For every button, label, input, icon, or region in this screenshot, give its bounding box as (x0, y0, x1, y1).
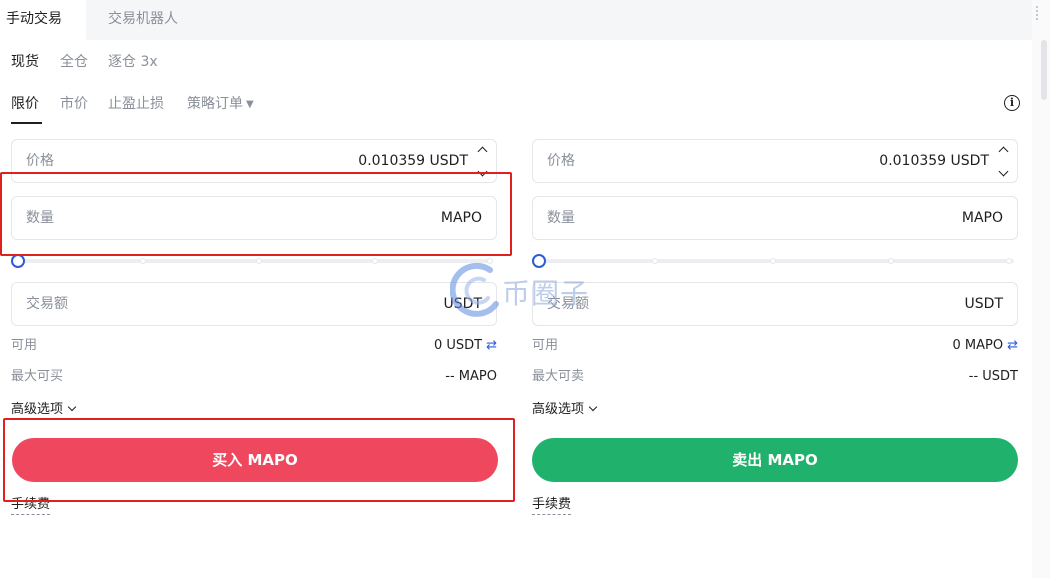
sell-available-value: 0 MAPO (952, 338, 1004, 353)
tab-trading-bot[interactable]: 交易机器人 (108, 0, 178, 40)
sell-available-value-wrap: 0 MAPO ⇄ (953, 337, 1019, 355)
sell-button[interactable]: 卖出 MAPO (532, 438, 1018, 482)
sell-total-unit: USDT (964, 296, 1003, 312)
sell-amount-label: 数量 (547, 210, 575, 226)
buy-max-value: -- MAPO (445, 369, 497, 384)
tab-manual-trading[interactable]: 手动交易 (0, 0, 86, 40)
buy-amount-slider[interactable] (11, 254, 497, 268)
sell-available-row: 可用 0 MAPO ⇄ (532, 337, 1018, 355)
chevron-up-icon[interactable] (470, 140, 494, 161)
slider-tick-50[interactable] (770, 258, 776, 264)
buy-total-field[interactable]: 交易额 USDT (11, 282, 497, 326)
caret-down-icon: ▼ (246, 99, 254, 110)
buy-available-value-wrap: 0 USDT ⇄ (434, 337, 497, 355)
order-tab-strategy-label: 策略订单 (187, 96, 243, 112)
slider-handle[interactable] (11, 254, 25, 268)
sell-amount-slider[interactable] (532, 254, 1018, 268)
sell-max-row: 最大可卖 -- USDT (532, 368, 1018, 386)
sell-max-label: 最大可卖 (532, 369, 585, 384)
slider-tick-100[interactable] (1006, 258, 1012, 264)
scrollbar-thumb[interactable] (1041, 40, 1047, 100)
sell-total-field[interactable]: 交易额 USDT (532, 282, 1018, 326)
slider-track[interactable] (540, 259, 1014, 263)
swap-icon[interactable]: ⇄ (486, 338, 497, 353)
sell-price-stepper[interactable] (991, 140, 1015, 182)
sell-available-label: 可用 (532, 338, 559, 353)
buy-available-row: 可用 0 USDT ⇄ (11, 337, 497, 355)
buy-max-label: 最大可买 (11, 369, 64, 384)
chevron-down-icon[interactable] (991, 161, 1015, 182)
watermark-text: 币圈子 (502, 277, 590, 310)
sell-advanced-options[interactable]: 高级选项 (532, 401, 598, 419)
order-tab-limit[interactable]: 限价 (11, 92, 39, 116)
chevron-down-icon (588, 402, 598, 412)
info-icon[interactable]: i (1004, 95, 1020, 111)
slider-tick-75[interactable] (888, 258, 894, 264)
sell-advanced-label: 高级选项 (532, 402, 585, 417)
buy-advanced-options[interactable]: 高级选项 (11, 401, 77, 419)
sell-fee-link[interactable]: 手续费 (532, 496, 572, 515)
mode-isolated[interactable]: 逐仓 3x (108, 50, 158, 74)
sell-price-value[interactable]: 0.010359 USDT (879, 140, 989, 182)
swap-icon[interactable]: ⇄ (1007, 338, 1018, 353)
buy-total-label: 交易额 (26, 296, 68, 312)
order-tab-market[interactable]: 市价 (60, 92, 88, 116)
sell-amount-field[interactable]: 数量 MAPO (532, 196, 1018, 240)
buy-max-row: 最大可买 -- MAPO (11, 368, 497, 386)
sell-max-value: -- USDT (968, 369, 1018, 384)
highlight-box-buy (3, 418, 515, 502)
slider-tick-25[interactable] (652, 258, 658, 264)
sell-price-field[interactable]: 价格 0.010359 USDT (532, 139, 1018, 183)
buy-available-value: 0 USDT (433, 338, 483, 353)
chevron-up-icon[interactable] (991, 140, 1015, 161)
order-tab-tp-sl[interactable]: 止盈止损 (108, 92, 164, 116)
highlight-box-amount (0, 172, 512, 256)
buy-advanced-label: 高级选项 (11, 402, 64, 417)
chevron-down-icon (67, 402, 77, 412)
buy-available-label: 可用 (11, 338, 38, 353)
slider-tick-50[interactable] (256, 258, 262, 264)
order-tab-strategy[interactable]: 策略订单 ▼ (187, 92, 254, 116)
drag-handle-icon[interactable] (1036, 6, 1040, 20)
watermark: 币圈子 (449, 260, 600, 320)
sell-price-label: 价格 (547, 153, 575, 169)
mode-cross[interactable]: 全仓 (60, 50, 88, 74)
slider-tick-25[interactable] (140, 258, 146, 264)
watermark-logo-icon (449, 262, 499, 317)
mode-spot[interactable]: 现货 (11, 50, 39, 74)
active-tab-underline (11, 122, 42, 124)
slider-tick-75[interactable] (372, 258, 378, 264)
sell-amount-unit: MAPO (961, 210, 1003, 226)
